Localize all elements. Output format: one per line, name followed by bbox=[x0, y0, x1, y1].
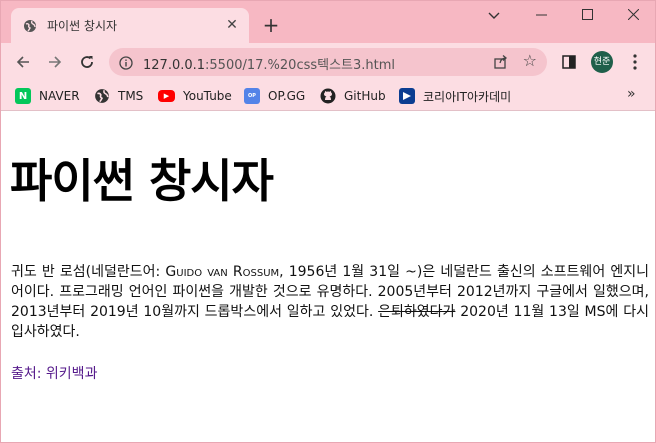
tab-title: 파이썬 창시자 bbox=[47, 19, 118, 33]
bookmark-label: GitHub bbox=[344, 89, 386, 103]
url-host: 127.0.0.1 bbox=[143, 58, 206, 73]
share-icon[interactable] bbox=[493, 54, 509, 74]
opgg-icon: OP bbox=[244, 88, 260, 104]
tab-close-icon[interactable]: ✕ bbox=[223, 16, 241, 34]
youtube-icon: ▶ bbox=[158, 90, 175, 102]
profile-avatar[interactable]: 현준 bbox=[591, 51, 613, 73]
page-content: 파이썬 창시자 귀도 반 로섬(네덜란드어: Guido van Rossum,… bbox=[1, 112, 655, 442]
bookmarks-overflow-chevron-icon[interactable]: » bbox=[627, 86, 636, 102]
bookmark-label: 코리아IT아카데미 bbox=[423, 89, 512, 104]
bookmark-youtube[interactable]: ▶ YouTube bbox=[158, 87, 232, 105]
browser-window: 파이썬 창시자 ✕ + 127.0.0.1:5500/17.%20css텍스트3… bbox=[0, 0, 656, 443]
address-bar[interactable]: 127.0.0.1:5500/17.%20css텍스트3.html ☆ bbox=[109, 48, 547, 76]
para-text-1: 귀도 반 로섬(네덜란드어: bbox=[11, 264, 166, 280]
bookmark-opgg[interactable]: OP OP.GG bbox=[244, 87, 305, 105]
github-icon bbox=[320, 88, 336, 104]
para-name-small-caps: Guido van Rossum bbox=[165, 264, 280, 280]
tab-active[interactable]: 파이썬 창시자 ✕ bbox=[11, 8, 249, 43]
bookmark-label: NAVER bbox=[39, 89, 80, 103]
url-text: 127.0.0.1:5500/17.%20css텍스트3.html bbox=[143, 54, 395, 73]
bookmarks-bar: N NAVER TMS ▶ YouTube OP OP.GG GitHub 코리… bbox=[1, 81, 655, 111]
koreait-icon bbox=[399, 88, 415, 104]
maximize-button[interactable] bbox=[564, 1, 610, 31]
bookmark-label: TMS bbox=[118, 89, 144, 103]
source-link[interactable]: 출처: 위키백과 bbox=[11, 363, 97, 383]
page-heading: 파이썬 창시자 bbox=[10, 154, 274, 208]
globe-icon bbox=[94, 88, 110, 104]
bookmark-star-icon[interactable]: ☆ bbox=[523, 53, 537, 69]
bookmark-github[interactable]: GitHub bbox=[320, 87, 386, 105]
menu-kebab-icon[interactable] bbox=[623, 50, 647, 74]
tab-search-chevron-down-icon[interactable] bbox=[471, 1, 517, 31]
browser-toolbar: 127.0.0.1:5500/17.%20css텍스트3.html ☆ 현준 bbox=[1, 43, 655, 81]
bookmark-label: YouTube bbox=[183, 89, 232, 103]
description-paragraph: 귀도 반 로섬(네덜란드어: Guido van Rossum, 1956년 1… bbox=[11, 262, 649, 342]
new-tab-button[interactable]: + bbox=[259, 13, 283, 37]
tab-strip: 파이썬 창시자 ✕ + bbox=[1, 1, 655, 43]
globe-icon bbox=[23, 18, 37, 32]
naver-icon: N bbox=[15, 88, 31, 104]
forward-arrow-icon[interactable] bbox=[43, 50, 67, 74]
reload-icon[interactable] bbox=[75, 50, 99, 74]
bookmark-label: OP.GG bbox=[268, 89, 306, 103]
window-close-button[interactable] bbox=[610, 1, 655, 31]
bookmark-naver[interactable]: N NAVER bbox=[15, 87, 80, 105]
minimize-button[interactable] bbox=[518, 1, 564, 31]
bookmark-koreait[interactable]: 코리아IT아카데미 bbox=[399, 87, 511, 105]
para-strikethrough: 은퇴하였다가 bbox=[378, 304, 456, 320]
sidebar-toggle-icon[interactable] bbox=[557, 50, 581, 74]
site-info-icon[interactable] bbox=[119, 55, 133, 74]
bookmark-tms[interactable]: TMS bbox=[94, 87, 143, 105]
back-arrow-icon[interactable] bbox=[11, 50, 35, 74]
url-path: :5500/17.%20css텍스트3.html bbox=[205, 58, 396, 73]
